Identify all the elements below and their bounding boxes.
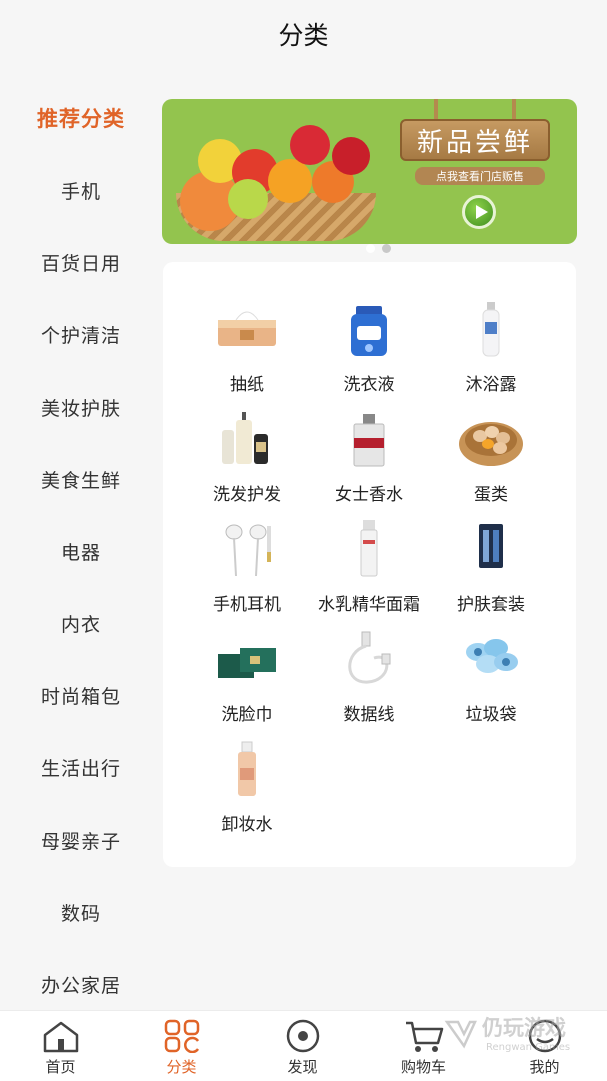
category-label: 水乳精华面霜 [318, 595, 420, 615]
tab-profile[interactable]: 我的 [484, 1011, 605, 1081]
pagination-dot[interactable] [382, 244, 391, 253]
category-perfume[interactable]: 女士香水 [309, 408, 429, 508]
category-label: 沐浴露 [465, 375, 517, 395]
category-label: 洗衣液 [343, 375, 395, 395]
category-skincare-set[interactable]: 护肤套装 [431, 518, 551, 618]
sidebar-item-recommended[interactable]: 推荐分类 [0, 90, 162, 146]
tab-home[interactable]: 首页 [0, 1011, 121, 1081]
category-body-wash[interactable]: 沐浴露 [431, 298, 551, 398]
data-cable-icon [334, 628, 404, 688]
banner-title: 新品尝鲜 [400, 119, 550, 161]
sidebar-item-bags[interactable]: 时尚箱包 [0, 667, 162, 723]
skincare-bottle-icon [334, 518, 404, 578]
tab-label: 我的 [529, 1058, 560, 1076]
category-label: 女士香水 [335, 485, 403, 505]
sidebar-item-phone[interactable]: 手机 [0, 162, 162, 218]
garbage-bag-icon [456, 628, 526, 688]
sidebar-item-digital[interactable]: 数码 [0, 884, 162, 940]
category-label: 护肤套装 [457, 595, 525, 615]
banner-arrow-icon[interactable] [462, 195, 496, 229]
category-makeup-remover[interactable]: 卸妆水 [187, 738, 307, 838]
category-label: 洗脸巾 [221, 705, 273, 725]
category-laundry-detergent[interactable]: 洗衣液 [309, 298, 429, 398]
tab-label: 购物车 [400, 1058, 446, 1076]
category-label: 垃圾袋 [465, 705, 517, 725]
category-label: 手机耳机 [213, 595, 281, 615]
bottom-tab-bar: 首页 分类 发现 购物车 我的 [0, 1010, 607, 1081]
eggs-icon [456, 408, 526, 468]
laundry-detergent-icon [334, 298, 404, 358]
promo-banner[interactable]: 新品尝鲜 点我查看门店贩售 [162, 99, 577, 244]
face-towel-icon [212, 628, 282, 688]
page-header: 分类 [0, 0, 607, 68]
category-skincare-lotion[interactable]: 水乳精华面霜 [309, 518, 429, 618]
category-label: 卸妆水 [221, 815, 273, 835]
category-label: 数据线 [343, 705, 395, 725]
sidebar-item-underwear[interactable]: 内衣 [0, 595, 162, 651]
page-title: 分类 [278, 21, 329, 50]
sidebar-item-travel[interactable]: 生活出行 [0, 739, 162, 795]
tab-discover[interactable]: 发现 [242, 1011, 363, 1081]
category-garbage-bag[interactable]: 垃圾袋 [431, 628, 551, 728]
sidebar-item-office-home[interactable]: 办公家居 [0, 956, 162, 1012]
category-eggs[interactable]: 蛋类 [431, 408, 551, 508]
banner-pagination [352, 244, 412, 254]
profile-icon [528, 1019, 561, 1053]
pagination-dot[interactable] [366, 244, 375, 253]
category-grid: 抽纸 洗衣液 沐浴露 洗发护发 女士香水 蛋类 手机耳机 水乳精华面霜 护肤套装… [163, 262, 576, 867]
tab-cart[interactable]: 购物车 [363, 1011, 484, 1081]
perfume-icon [334, 408, 404, 468]
category-data-cable[interactable]: 数据线 [309, 628, 429, 728]
sidebar-item-beauty[interactable]: 美妆护肤 [0, 379, 162, 435]
category-tissue[interactable]: 抽纸 [187, 298, 307, 398]
skincare-set-icon [456, 518, 526, 578]
category-sidebar: 推荐分类 手机 百货日用 个护清洁 美妆护肤 美食生鲜 电器 内衣 时尚箱包 生… [0, 82, 162, 1010]
sidebar-item-fresh-food[interactable]: 美食生鲜 [0, 451, 162, 507]
earphones-icon [212, 518, 282, 578]
category-label: 蛋类 [474, 485, 508, 505]
tab-label: 分类 [166, 1058, 197, 1076]
category-earphones[interactable]: 手机耳机 [187, 518, 307, 618]
sidebar-item-daily-goods[interactable]: 百货日用 [0, 234, 162, 290]
discover-icon [286, 1019, 319, 1053]
makeup-remover-icon [212, 738, 282, 798]
category-shampoo[interactable]: 洗发护发 [187, 408, 307, 508]
category-label: 洗发护发 [213, 485, 281, 505]
home-icon [43, 1021, 78, 1053]
tab-label: 发现 [287, 1058, 318, 1076]
sidebar-item-appliances[interactable]: 电器 [0, 523, 162, 579]
banner-subtitle: 点我查看门店贩售 [415, 167, 545, 185]
body-wash-icon [456, 298, 526, 358]
shampoo-icon [212, 408, 282, 468]
tab-category[interactable]: 分类 [121, 1011, 242, 1081]
sidebar-item-baby[interactable]: 母婴亲子 [0, 812, 162, 868]
category-label: 抽纸 [230, 375, 264, 395]
category-face-towel[interactable]: 洗脸巾 [187, 628, 307, 728]
tab-label: 首页 [45, 1058, 76, 1076]
cart-icon [405, 1021, 443, 1052]
category-icon [164, 1019, 199, 1053]
sidebar-item-personal-care[interactable]: 个护清洁 [0, 306, 162, 362]
tissue-box-icon [212, 298, 282, 358]
